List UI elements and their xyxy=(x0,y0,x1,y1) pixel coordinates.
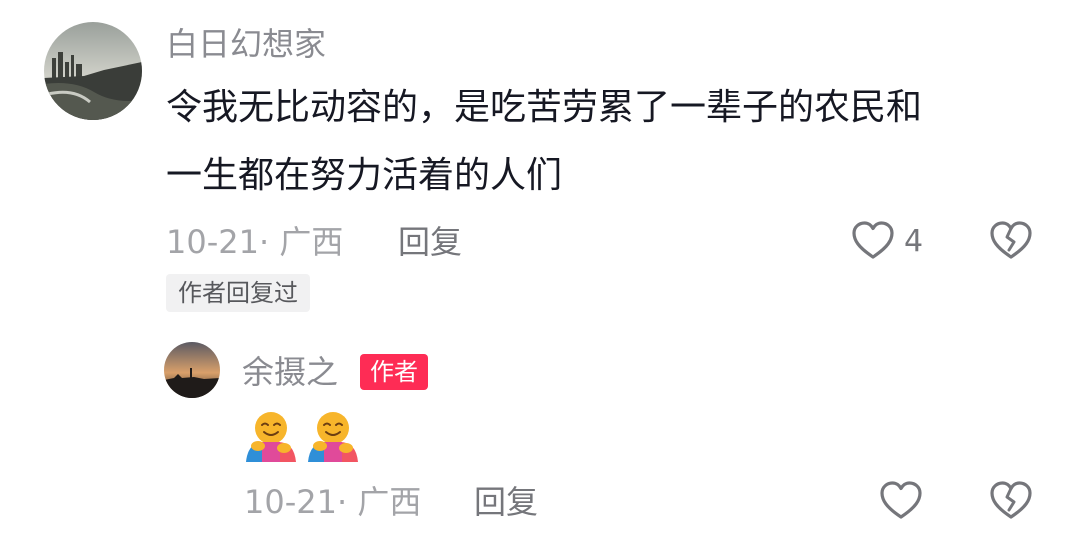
heart-outline-icon xyxy=(852,221,894,259)
broken-heart-icon xyxy=(990,221,1032,259)
comment-text-line-1: 令我无比动容的，是吃苦劳累了一辈子的农民和 xyxy=(166,87,923,128)
comment-dislike-button[interactable] xyxy=(988,218,1034,264)
people-hugging-emoji xyxy=(244,408,298,462)
commenter-avatar[interactable] xyxy=(44,22,142,120)
comment-like-button[interactable] xyxy=(850,218,896,264)
reply-reply-button[interactable]: 回复 xyxy=(474,482,538,522)
comment-text-line-2: 一生都在努力活着的人们 xyxy=(166,155,563,196)
reply-like-button[interactable] xyxy=(878,478,924,524)
author-badge: 作者 xyxy=(360,354,428,390)
people-hugging-emoji xyxy=(306,408,360,462)
replier-username[interactable]: 余摄之 xyxy=(242,352,338,392)
heart-outline-icon xyxy=(880,481,922,519)
reply-meta: 10-21· 广西 xyxy=(244,483,422,521)
comment-reply-button[interactable]: 回复 xyxy=(398,222,462,262)
comment-like-count: 4 xyxy=(904,224,924,259)
comment-meta: 10-21· 广西 xyxy=(166,223,344,261)
replier-avatar[interactable] xyxy=(164,342,220,398)
commenter-username[interactable]: 白日幻想家 xyxy=(166,24,326,64)
broken-heart-icon xyxy=(990,481,1032,519)
author-replied-badge: 作者回复过 xyxy=(166,274,310,312)
reply-dislike-button[interactable] xyxy=(988,478,1034,524)
